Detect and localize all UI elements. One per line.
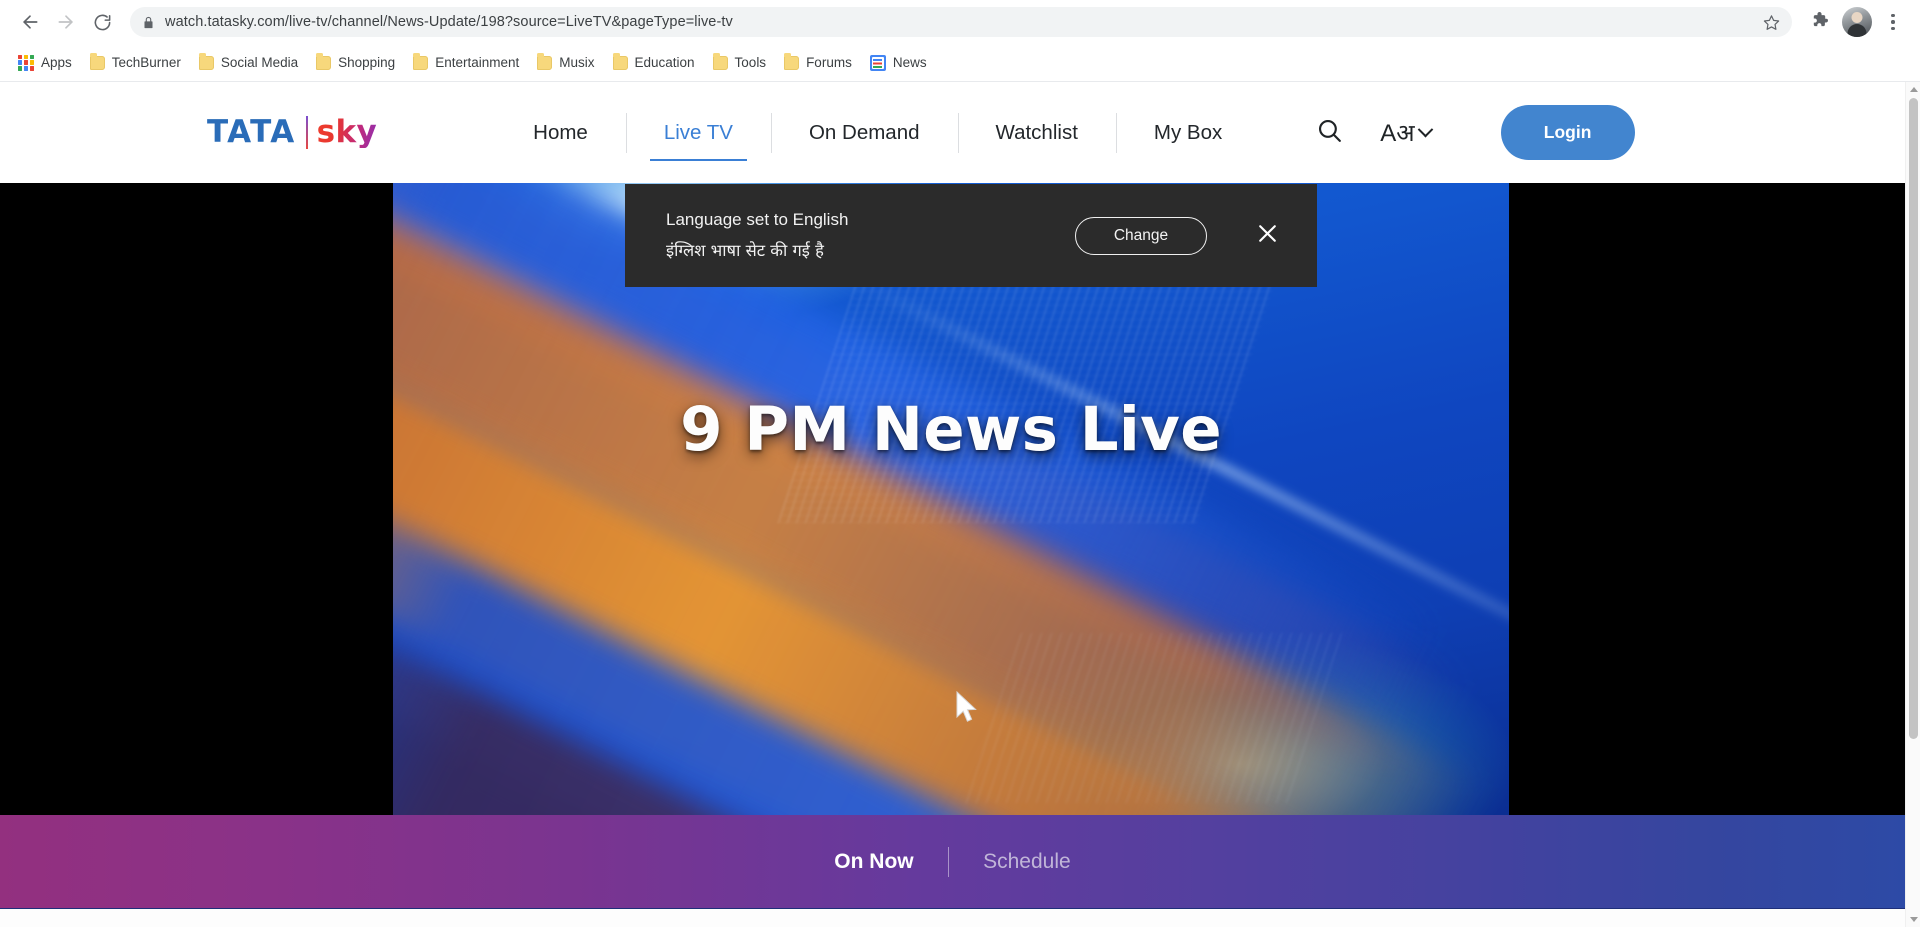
folder-icon [537,53,553,70]
tab-schedule[interactable]: Schedule [949,850,1105,874]
forward-arrow-icon [56,12,76,32]
close-toast-button[interactable] [1247,216,1287,256]
language-toast-line-english: Language set to English [666,210,849,229]
bookmark-label: Shopping [338,55,396,70]
bookmark-label: TechBurner [111,55,181,70]
profile-avatar-icon[interactable] [1842,7,1872,37]
search-button[interactable] [1306,110,1352,156]
folder-icon [198,53,214,70]
bookmark-news[interactable]: News [862,49,935,77]
page-viewport: TATA sky Home Live TV On Demand Watchlis… [0,82,1920,927]
login-button[interactable]: Login [1500,105,1635,160]
three-dot-menu-icon[interactable] [1878,5,1908,39]
page-content: TATA sky Home Live TV On Demand Watchlis… [0,82,1905,927]
video-player-stage[interactable]: 9 PM News Live Language set to English इ… [0,183,1905,815]
tata-sky-logo[interactable]: TATA sky [207,116,377,149]
nav-label: My Box [1153,120,1223,144]
address-bar-url: watch.tatasky.com/live-tv/channel/News-U… [165,14,733,30]
back-button[interactable] [12,4,48,40]
logo-divider [305,116,308,149]
folder-icon [89,53,105,70]
extensions-button[interactable] [1802,5,1836,39]
site-header: TATA sky Home Live TV On Demand Watchlis… [0,82,1905,183]
logo-sky-text: sky [316,114,378,150]
change-language-button[interactable]: Change [1075,216,1207,255]
language-toast: Language set to English इंग्लिश भाषा सेट… [625,184,1317,287]
nav-item-live-tv[interactable]: Live TV [625,82,771,183]
page-scrollbar[interactable] [1905,82,1920,927]
search-icon [1316,117,1343,149]
bookmark-label: Musix [559,55,595,70]
bookmark-label: Education [634,55,695,70]
chevron-down-icon [1417,121,1433,138]
nav-item-home[interactable]: Home [495,82,626,183]
folder-icon [413,53,429,70]
bookmarks-bar: Apps TechBurner Social Media Shopping En… [0,44,1920,82]
header-actions: Aअ Login [1306,105,1635,160]
bookmark-apps[interactable]: Apps [10,49,80,77]
forward-button[interactable] [48,4,84,40]
reload-icon [93,13,112,32]
bookmark-musix[interactable]: Musix [529,49,602,77]
bookmark-label: Entertainment [435,55,520,70]
nav-item-my-box[interactable]: My Box [1115,82,1260,183]
close-x-icon [1255,221,1280,251]
language-switcher-label: Aअ [1380,120,1415,147]
video-title: 9 PM News Live [680,394,1222,465]
address-bar[interactable]: watch.tatasky.com/live-tv/channel/News-U… [130,7,1792,37]
bookmark-social-media[interactable]: Social Media [191,49,306,77]
nav-label: Home [533,120,588,144]
scrollbar-thumb[interactable] [1909,98,1918,739]
bookmark-shopping[interactable]: Shopping [308,49,403,77]
apps-grid-icon [18,54,34,71]
bookmark-forums[interactable]: Forums [776,49,860,77]
scroll-down-arrow-icon[interactable] [1906,912,1920,927]
reload-button[interactable] [84,4,120,40]
page-footer-space [0,909,1905,927]
language-toast-text: Language set to English इंग्लिश भाषा सेट… [666,210,1075,261]
news-favicon-icon [869,54,886,71]
bookmark-label: Social Media [220,55,299,70]
language-toast-line-hindi: इंग्लिश भाषा सेट की गई है [666,241,824,260]
nav-label: On Demand [808,120,920,144]
player-tab-bar: On Now Schedule [0,815,1905,909]
lock-icon [142,16,155,29]
bookmark-techburner[interactable]: TechBurner [82,49,189,77]
folder-icon [316,53,332,70]
folder-icon [712,53,728,70]
tab-on-now[interactable]: On Now [800,850,947,874]
logo-tata-text: TATA [207,114,296,150]
star-bookmark-icon[interactable] [1753,14,1780,31]
main-navigation: Home Live TV On Demand Watchlist My Box [495,82,1260,183]
bookmark-education[interactable]: Education [605,49,703,77]
nav-label: Live TV [663,120,733,144]
bookmark-label: Forums [806,55,852,70]
folder-icon [784,53,800,70]
bookmark-label: News [892,55,927,70]
bookmark-label: Apps [41,55,72,70]
nav-item-watchlist[interactable]: Watchlist [957,82,1116,183]
language-switcher[interactable]: Aअ [1374,112,1436,153]
scroll-up-arrow-icon[interactable] [1906,82,1920,97]
video-texture-lower [965,633,1351,803]
nav-label: Watchlist [995,120,1078,144]
browser-toolbar: watch.tatasky.com/live-tv/channel/News-U… [0,0,1920,44]
bookmark-label: Tools [734,55,767,70]
bookmark-tools[interactable]: Tools [705,49,775,77]
extensions-puzzle-icon [1810,10,1829,34]
folder-icon [612,53,628,70]
back-arrow-icon [20,12,40,32]
bookmark-entertainment[interactable]: Entertainment [405,49,527,77]
nav-item-on-demand[interactable]: On Demand [770,82,958,183]
browser-chrome: watch.tatasky.com/live-tv/channel/News-U… [0,0,1920,82]
